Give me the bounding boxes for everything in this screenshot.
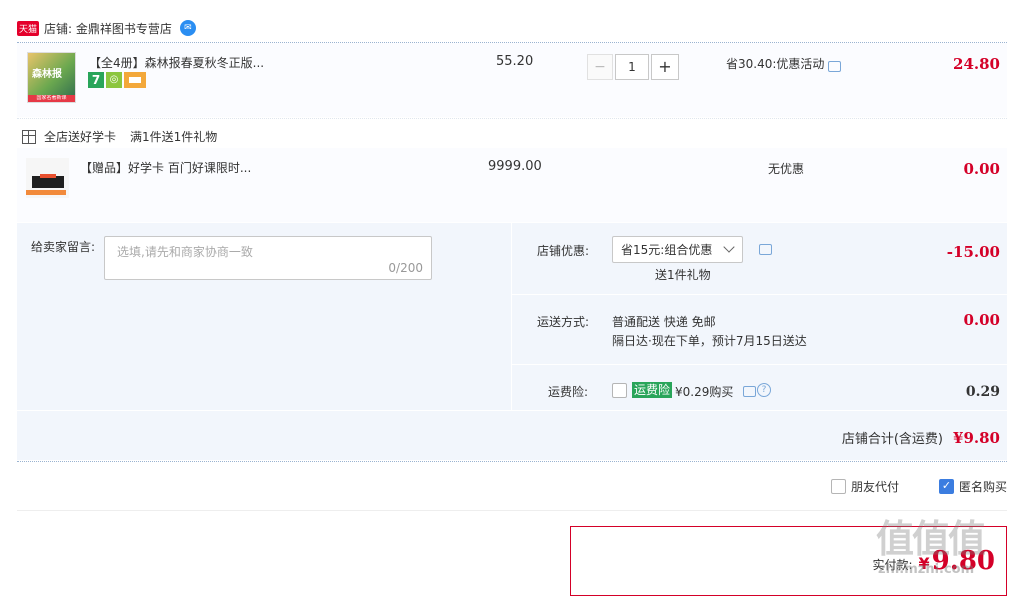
guarantee-icon: ◎ — [106, 72, 122, 88]
gift-label: 全店送好学卡 — [44, 130, 117, 144]
divider — [512, 294, 1007, 295]
message-counter: 0/200 — [388, 261, 423, 275]
discount-text: 省30.40:优惠活动 — [726, 57, 825, 71]
cover-banner: 国家名著新课 — [28, 95, 75, 102]
product-title-link[interactable]: 【全4册】森林报春夏秋冬正版... — [89, 54, 264, 71]
store-discount-select[interactable]: 省15元:组合优惠 — [612, 236, 743, 263]
anonymous-checkbox[interactable]: ✓ — [939, 479, 954, 494]
quantity-stepper: − 1 + — [587, 54, 679, 80]
product-thumbnail[interactable]: 森林报 国家名著新课 — [27, 52, 76, 103]
unit-price: 55.20 — [496, 54, 534, 69]
gift-discount: 无优惠 — [768, 162, 805, 176]
comment-icon[interactable] — [828, 61, 842, 72]
store-discount-amount: -15.00 — [946, 243, 1000, 261]
store-total-label: 店铺合计(含运费) — [841, 432, 944, 447]
shipping-eta: 隔日达·现在下单，预计7月15日送达 — [612, 334, 807, 348]
anonymous-option[interactable]: ✓ 匿名购买 — [939, 478, 1007, 495]
divider — [512, 364, 1007, 365]
gift-box-icon — [22, 129, 36, 144]
gift-promo: 满1件送1件礼物 — [130, 130, 218, 144]
store-discount-label: 店铺优惠: — [537, 244, 590, 258]
store-total-amount: ¥9.80 — [953, 429, 1000, 447]
store-total: 店铺合计(含运费) ¥9.80 — [842, 428, 1000, 447]
insurance-tag: 运费险 — [632, 382, 673, 398]
panel-divider-vertical — [511, 223, 512, 410]
message-label: 给卖家留言: — [31, 240, 96, 254]
qty-input[interactable]: 1 — [615, 54, 649, 80]
insurance-label: 运费险: — [548, 385, 589, 399]
watermark-site: zhi.mzhi.com — [878, 562, 975, 577]
watermark-logo: 值值值 — [876, 517, 986, 561]
gift-thumbnail[interactable] — [26, 158, 69, 198]
cover-title: 森林报 — [32, 69, 62, 80]
gift-unit-price: 9999.00 — [488, 159, 542, 174]
gift-title-link[interactable]: 【赠品】好学卡 百门好课限时... — [80, 159, 251, 176]
shipping-amount: 0.00 — [963, 311, 1000, 329]
tmall-badge-icon: 天猫 — [17, 20, 40, 36]
item-discount: 省30.40:优惠活动 — [726, 55, 842, 72]
insurance-price: ¥0.29购买 — [675, 385, 734, 399]
help-question-icon[interactable]: ? — [757, 383, 771, 397]
divider — [17, 510, 1007, 511]
select-value: 省15元:组合优惠 — [621, 243, 713, 257]
insurance-amount: 0.29 — [965, 384, 1000, 400]
comment-icon[interactable] — [759, 244, 772, 255]
chevron-down-icon — [723, 241, 735, 253]
divider — [17, 410, 1007, 411]
chat-bubble-icon[interactable]: ✉ — [179, 20, 196, 36]
divider — [17, 461, 1007, 462]
qty-minus-button[interactable]: − — [587, 54, 613, 80]
seven-day-return-icon: 7 — [88, 72, 104, 88]
friend-pay-label: 朋友代付 — [851, 480, 900, 494]
friend-pay-checkbox[interactable] — [831, 479, 846, 494]
service-badges: 7 ◎ — [88, 72, 146, 88]
gift-subtotal: 0.00 — [963, 160, 1000, 178]
friend-pay-option[interactable]: 朋友代付 — [831, 478, 899, 495]
message-textarea[interactable]: 选填,请先和商家协商一致 0/200 — [104, 236, 432, 280]
gift-section-header: 全店送好学卡 满1件送1件礼物 — [22, 128, 217, 145]
shipping-method: 普通配送 快递 免邮 — [612, 315, 716, 329]
insurance-checkbox[interactable] — [612, 383, 627, 398]
credit-card-icon — [124, 72, 146, 88]
store-discount-sub: 送1件礼物 — [655, 268, 711, 282]
store-name-link[interactable]: 店铺: 金鼎祥图书专营店 — [44, 20, 172, 37]
comment-icon[interactable] — [743, 386, 756, 397]
message-placeholder: 选填,请先和商家协商一致 — [117, 245, 253, 259]
item-subtotal: 24.80 — [953, 55, 1000, 73]
anonymous-label: 匿名购买 — [959, 480, 1008, 494]
qty-plus-button[interactable]: + — [651, 54, 679, 80]
divider — [17, 118, 1007, 119]
shipping-label: 运送方式: — [537, 315, 590, 329]
store-header: 天猫 店铺: 金鼎祥图书专营店 ✉ — [17, 17, 196, 39]
